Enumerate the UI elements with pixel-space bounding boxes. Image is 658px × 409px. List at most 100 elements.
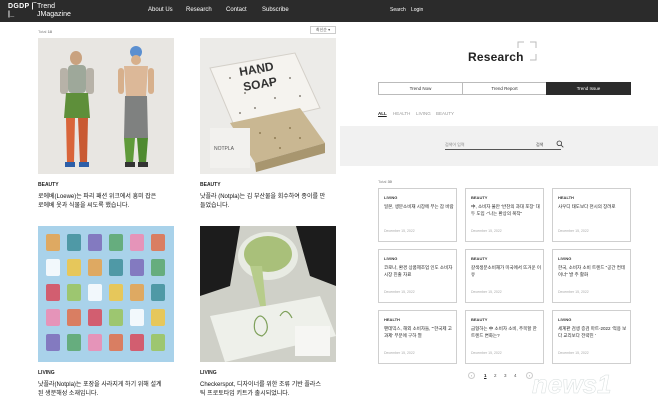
research-card[interactable]: LIVING 코로나, 환경 상품제조업 인도 소비자 시장 진출 자료 Decem… [378, 249, 457, 303]
logo-line-1: DGDP |‾ [8, 3, 37, 10]
sort-dropdown[interactable]: 최신순 ▾ [310, 26, 336, 34]
research-card-title[interactable]: 中, 소비자 불만 '반찬의 과대 포장' 대두 도입 -"나는 환상의 복작" [471, 203, 541, 217]
svg-text:NOTPLA: NOTPLA [214, 146, 235, 152]
card-title-line-2: 들었습니다. [200, 203, 230, 209]
cube-shape [130, 334, 144, 351]
card-category: LIVING [38, 370, 55, 376]
page-1[interactable]: 1 [484, 373, 487, 378]
research-card-title[interactable]: 갈색생분소비재가 미국에서 뜨거운 이유 [471, 264, 541, 278]
card-title-line-1: 낫플라(Notpla)는 포장을 사라지게 하기 위해 설계 [38, 382, 162, 388]
research-card-title[interactable]: 일본, 생분소비재 시장에 부는 잠 바람 [384, 203, 454, 210]
article-card-loewe[interactable]: BEAUTY 로에베(Loewe)는 파리 패션 위크에서 흥미 잡은 로에베 … [38, 38, 174, 238]
dgdp-logo[interactable]: DGDP |‾ |_ [8, 3, 36, 19]
cube-shape [109, 284, 123, 301]
search-underline [445, 149, 561, 150]
cube-shape [109, 259, 123, 276]
card-category: BEAUTY [200, 182, 221, 188]
research-card-date: December 15, 2022 [558, 290, 589, 294]
card-title-line-2: 로에베 옷과 식물을 씨도록 했습니다. [38, 203, 130, 209]
cube-shape [67, 234, 81, 251]
cube-shape [46, 234, 60, 251]
research-card[interactable]: LIVING 세계판 검생 증검 마트-2022 '적용 보다 교리보다 전략진 … [552, 310, 631, 364]
research-card-category: HEALTH [384, 317, 400, 322]
hand-soap-image[interactable]: HAND SOAP NOTPLA [200, 38, 336, 174]
search-icon[interactable] [556, 140, 564, 148]
nav-login[interactable]: Login [411, 7, 423, 13]
pagination-prev-button[interactable]: ‹ [468, 372, 475, 379]
cube-shape [151, 309, 165, 326]
svg-text:news1: news1 [532, 369, 612, 399]
research-card-title[interactable]: 사우디 태도보다 천시의 장려로 [558, 203, 628, 210]
nav-subscribe[interactable]: Subscribe [262, 7, 289, 13]
cube-shape [88, 234, 102, 251]
research-card-title[interactable]: 한국, 소비자 소비 트렌드 "공간 컨테이너" 발 주 활화 [558, 264, 628, 278]
research-card-category: LIVING [558, 256, 572, 261]
research-card-title[interactable]: 코로나, 환경 상품제조업 인도 소비자 시장 진출 자료 [384, 264, 454, 278]
card-title[interactable]: 낫플라 (Notpla)는 김 부산물을 회수하여 종이를 만 들었습니다. [200, 193, 336, 211]
research-card-date: December 15, 2022 [471, 229, 502, 233]
nav-about-us[interactable]: About Us [148, 7, 173, 13]
card-title-line-2: 틱 프로토타입 키트가 출시되었니다. [200, 391, 290, 397]
tab-trend-issue[interactable]: Trend Issue [546, 82, 631, 95]
cube-shape [109, 234, 123, 251]
top-navigation-bar: DGDP |‾ |_ Trend JMagazine About Us Rese… [0, 0, 658, 22]
card-title[interactable]: Checkerspot, 디자이너를 위한 조류 기반 플라스 틱 프로토타입 … [200, 381, 336, 399]
total-number: 18 [47, 29, 53, 34]
research-card-category: BEAUTY [471, 195, 488, 200]
filter-beauty[interactable]: BEAUTY [436, 111, 454, 116]
research-card-date: December 15, 2022 [558, 351, 589, 355]
checkerspot-kit-image[interactable] [200, 226, 336, 362]
research-card[interactable]: LIVING 한국, 소비자 소비 트렌드 "공간 컨테이너" 발 주 활화 Dec… [552, 249, 631, 303]
cube-shape [67, 284, 81, 301]
article-card-notpla-soap[interactable]: HAND SOAP NOTPLA BEAUTY 낫플라 (Notpla)는 김 … [200, 38, 336, 238]
cube-shape [67, 334, 81, 351]
page-4[interactable]: 4 [514, 373, 517, 378]
cube-shape [130, 309, 144, 326]
cube-shape [151, 334, 165, 351]
search-input[interactable]: 검색어 입력 [445, 142, 465, 148]
card-title[interactable]: 낫플라(Notpla)는 포장을 사라지게 하기 위해 설계 된 생분해성 소재… [38, 381, 174, 399]
research-card[interactable]: BEAUTY 中, 소비자 불만 '반찬의 과대 포장' 대두 도입 -"나는 환… [465, 188, 544, 242]
research-card-title[interactable]: 금형하는 中 소비자 소비, 주목할 한 트렌드 변화는? [471, 325, 541, 339]
card-title[interactable]: 로에베(Loewe)는 파리 패션 위크에서 흥미 잡은 로에베 옷과 식물을 … [38, 193, 174, 211]
research-card-category: LIVING [558, 317, 572, 322]
filter-health[interactable]: HEALTH [393, 111, 410, 116]
research-card-category: HEALTH [558, 195, 574, 200]
colorful-cubes-image[interactable] [38, 226, 174, 362]
total-label: Total [378, 179, 387, 184]
tab-trend-report[interactable]: Trend Report [462, 82, 547, 95]
research-card-title[interactable]: 세계판 검생 증검 마트-2022 '적용 보다 교리보다 전략진 ' [558, 325, 628, 339]
search-button-label[interactable]: 검색 [536, 142, 543, 148]
page-2[interactable]: 2 [494, 373, 497, 378]
research-card[interactable]: BEAUTY 금형하는 中 소비자 소비, 주목할 한 트렌드 변화는? Decem… [465, 310, 544, 364]
article-card-checkerspot[interactable]: LIVING Checkerspot, 디자이너를 위한 조류 기반 플라스 틱… [200, 226, 336, 409]
filter-living[interactable]: LIVING [416, 111, 431, 116]
bracket-decoration-icon [517, 41, 537, 61]
cube-shape [88, 309, 102, 326]
research-card[interactable]: HEALTH 사우디 태도보다 천시의 장려로 December 15, 2022 [552, 188, 631, 242]
nav-search[interactable]: Search [390, 7, 406, 13]
cube-shape [88, 284, 102, 301]
page-3[interactable]: 3 [504, 373, 507, 378]
right-total-count: Total 30 [378, 179, 392, 184]
brand-name[interactable]: Trend JMagazine [37, 3, 71, 19]
search-band: 검색어 입력 검색 [340, 126, 658, 166]
research-card-date: December 15, 2022 [384, 290, 415, 294]
research-card[interactable]: BEAUTY 갈색생분소비재가 미국에서 뜨거운 이유 December 15, 2… [465, 249, 544, 303]
card-category: BEAUTY [38, 182, 59, 188]
nav-contact[interactable]: Contact [226, 7, 247, 13]
article-card-notpla-packaging[interactable]: LIVING 낫플라(Notpla)는 포장을 사라지게 하기 위해 설계 된 … [38, 226, 174, 409]
cube-shape [130, 284, 144, 301]
magazine-list: Total 18 최신순 ▾ BEAUTY 로에베(Loewe)는 파리 패션 … [0, 22, 340, 409]
loewe-fashion-image[interactable] [38, 38, 174, 174]
left-total-count: Total 18 [38, 29, 52, 34]
tab-trend-now[interactable]: Trend Now [378, 82, 463, 95]
research-card-title[interactable]: 팬데믹스, 해외 소비자들, "'한국제 고 과제' 부분에 구하 열 [384, 325, 454, 339]
filter-all[interactable]: ALL [378, 111, 387, 116]
research-card[interactable]: LIVING 일본, 생분소비재 시장에 부는 잠 바람 December 15, … [378, 188, 457, 242]
research-card-category: BEAUTY [471, 256, 488, 261]
research-card-date: December 15, 2022 [384, 351, 415, 355]
research-card[interactable]: HEALTH 팬데믹스, 해외 소비자들, "'한국제 고 과제' 부분에 구하 … [378, 310, 457, 364]
nav-research[interactable]: Research [186, 7, 212, 13]
brand-line-1: Trend [37, 3, 56, 10]
